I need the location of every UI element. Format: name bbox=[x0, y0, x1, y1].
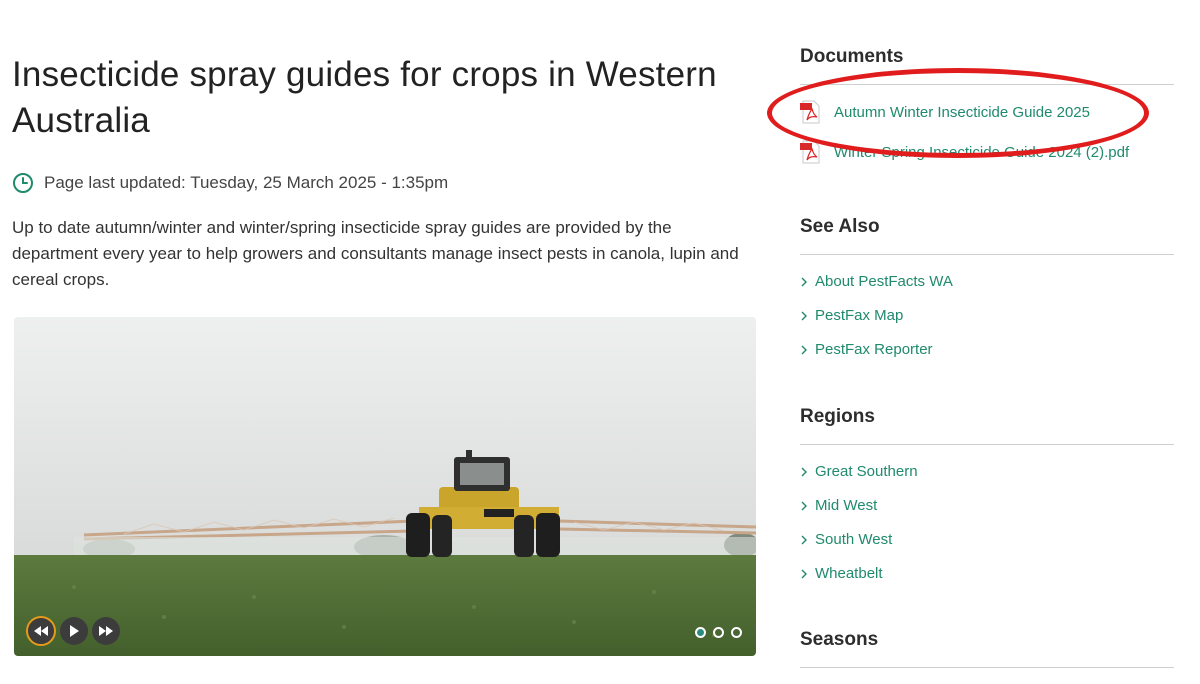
pdf-icon bbox=[800, 100, 820, 124]
divider bbox=[800, 254, 1174, 255]
fast-forward-icon bbox=[99, 626, 113, 636]
chevron-right-icon bbox=[801, 467, 807, 476]
previous-slide-button[interactable] bbox=[26, 616, 56, 646]
link-south-west[interactable]: South West bbox=[800, 531, 892, 548]
slide-indicators bbox=[695, 627, 742, 638]
link-great-southern[interactable]: Great Southern bbox=[800, 463, 918, 480]
clock-icon bbox=[13, 173, 33, 193]
link-label: Mid West bbox=[815, 497, 878, 514]
regions-heading: Regions bbox=[800, 406, 875, 427]
link-label: Wheatbelt bbox=[815, 565, 883, 582]
last-updated: Page last updated: Tuesday, 25 March 202… bbox=[12, 172, 448, 194]
link-label: Great Southern bbox=[815, 463, 918, 480]
see-also-heading: See Also bbox=[800, 216, 880, 237]
slide-dot-3[interactable] bbox=[731, 627, 742, 638]
link-label: About PestFacts WA bbox=[815, 273, 953, 290]
chevron-right-icon bbox=[801, 345, 807, 354]
link-mid-west[interactable]: Mid West bbox=[800, 497, 877, 514]
play-icon bbox=[70, 625, 79, 637]
chevron-right-icon bbox=[801, 501, 807, 510]
document-link-label: Winter Spring Insecticide Guide 2024 (2)… bbox=[834, 143, 1130, 161]
hero-image bbox=[14, 317, 756, 656]
link-label: PestFax Reporter bbox=[815, 341, 933, 358]
next-slide-button[interactable] bbox=[92, 617, 120, 645]
hero-slideshow[interactable] bbox=[14, 317, 756, 656]
divider bbox=[800, 84, 1174, 85]
link-label: PestFax Map bbox=[815, 307, 904, 324]
slide-dot-1[interactable] bbox=[695, 627, 706, 638]
chevron-right-icon bbox=[801, 569, 807, 578]
link-wheatbelt[interactable]: Wheatbelt bbox=[800, 565, 883, 582]
divider bbox=[800, 444, 1174, 445]
link-label: South West bbox=[815, 531, 893, 548]
link-pestfax-map[interactable]: PestFax Map bbox=[800, 307, 903, 324]
divider bbox=[800, 667, 1174, 668]
page-title: Insecticide spray guides for crops in We… bbox=[12, 55, 717, 140]
document-link-label: Autumn Winter Insecticide Guide 2025 bbox=[834, 103, 1090, 121]
document-link-autumn-winter-2025[interactable]: Autumn Winter Insecticide Guide 2025 bbox=[800, 100, 1090, 124]
chevron-right-icon bbox=[801, 535, 807, 544]
play-slideshow-button[interactable] bbox=[60, 617, 88, 645]
main-content: Insecticide spray guides for crops in We… bbox=[12, 52, 757, 289]
link-about-pestfacts-wa[interactable]: About PestFacts WA bbox=[800, 273, 953, 290]
documents-heading: Documents bbox=[800, 46, 904, 67]
chevron-right-icon bbox=[801, 277, 807, 286]
link-pestfax-reporter[interactable]: PestFax Reporter bbox=[800, 341, 933, 358]
slide-dot-2[interactable] bbox=[713, 627, 724, 638]
intro-paragraph: Up to date autumn/winter and winter/spri… bbox=[12, 218, 739, 289]
last-updated-text: Page last updated: Tuesday, 25 March 202… bbox=[44, 173, 449, 192]
seasons-heading: Seasons bbox=[800, 629, 879, 650]
chevron-right-icon bbox=[801, 311, 807, 320]
rewind-icon bbox=[34, 626, 48, 636]
document-link-winter-spring-2024[interactable]: Winter Spring Insecticide Guide 2024 (2)… bbox=[800, 140, 1129, 164]
pdf-icon bbox=[800, 140, 820, 164]
